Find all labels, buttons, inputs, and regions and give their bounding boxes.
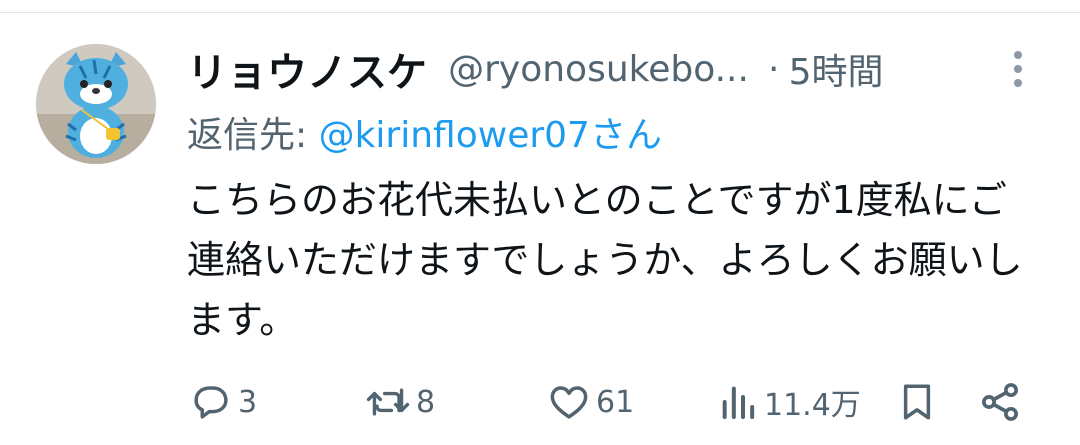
share-icon — [982, 383, 1018, 421]
reply-button[interactable]: 3 — [190, 372, 257, 432]
avatar[interactable] — [36, 44, 156, 164]
bookmark-button[interactable] — [896, 372, 938, 432]
more-options-icon[interactable] — [1003, 48, 1033, 92]
user-handle[interactable]: @ryonosukebo... — [448, 49, 749, 90]
retweet-count: 8 — [416, 384, 436, 420]
like-button[interactable]: 61 — [548, 372, 634, 432]
reply-prefix: 返信先: — [187, 115, 319, 156]
action-bar: 3 8 61 11.4万 — [0, 372, 1080, 432]
divider — [0, 12, 1080, 13]
like-count: 61 — [596, 384, 635, 420]
reply-to: 返信先: @kirinflower07さん — [187, 106, 662, 158]
reply-count: 3 — [238, 384, 258, 420]
tweet-header: リョウノスケ @ryonosukebo... · 5時間 — [187, 40, 1007, 97]
display-name[interactable]: リョウノスケ — [187, 50, 427, 96]
separator-dot: · — [768, 48, 780, 90]
views-button[interactable]: 11.4万 — [718, 372, 861, 432]
views-icon — [722, 386, 755, 419]
view-count: 11.4万 — [764, 388, 861, 423]
like-icon — [550, 386, 588, 419]
avatar-image — [36, 44, 156, 164]
reply-icon — [194, 386, 228, 419]
retweet-icon — [366, 388, 410, 416]
timestamp[interactable]: 5時間 — [789, 52, 884, 93]
tweet-text: こちらのお花代未払いとのことですが1度私にご連絡いただけますでしょうか、よろしく… — [187, 178, 1023, 342]
reply-mention-link[interactable]: @kirinflower07さん — [319, 115, 662, 156]
share-button[interactable] — [978, 372, 1022, 432]
retweet-button[interactable]: 8 — [366, 372, 435, 432]
bookmark-icon — [903, 384, 931, 420]
